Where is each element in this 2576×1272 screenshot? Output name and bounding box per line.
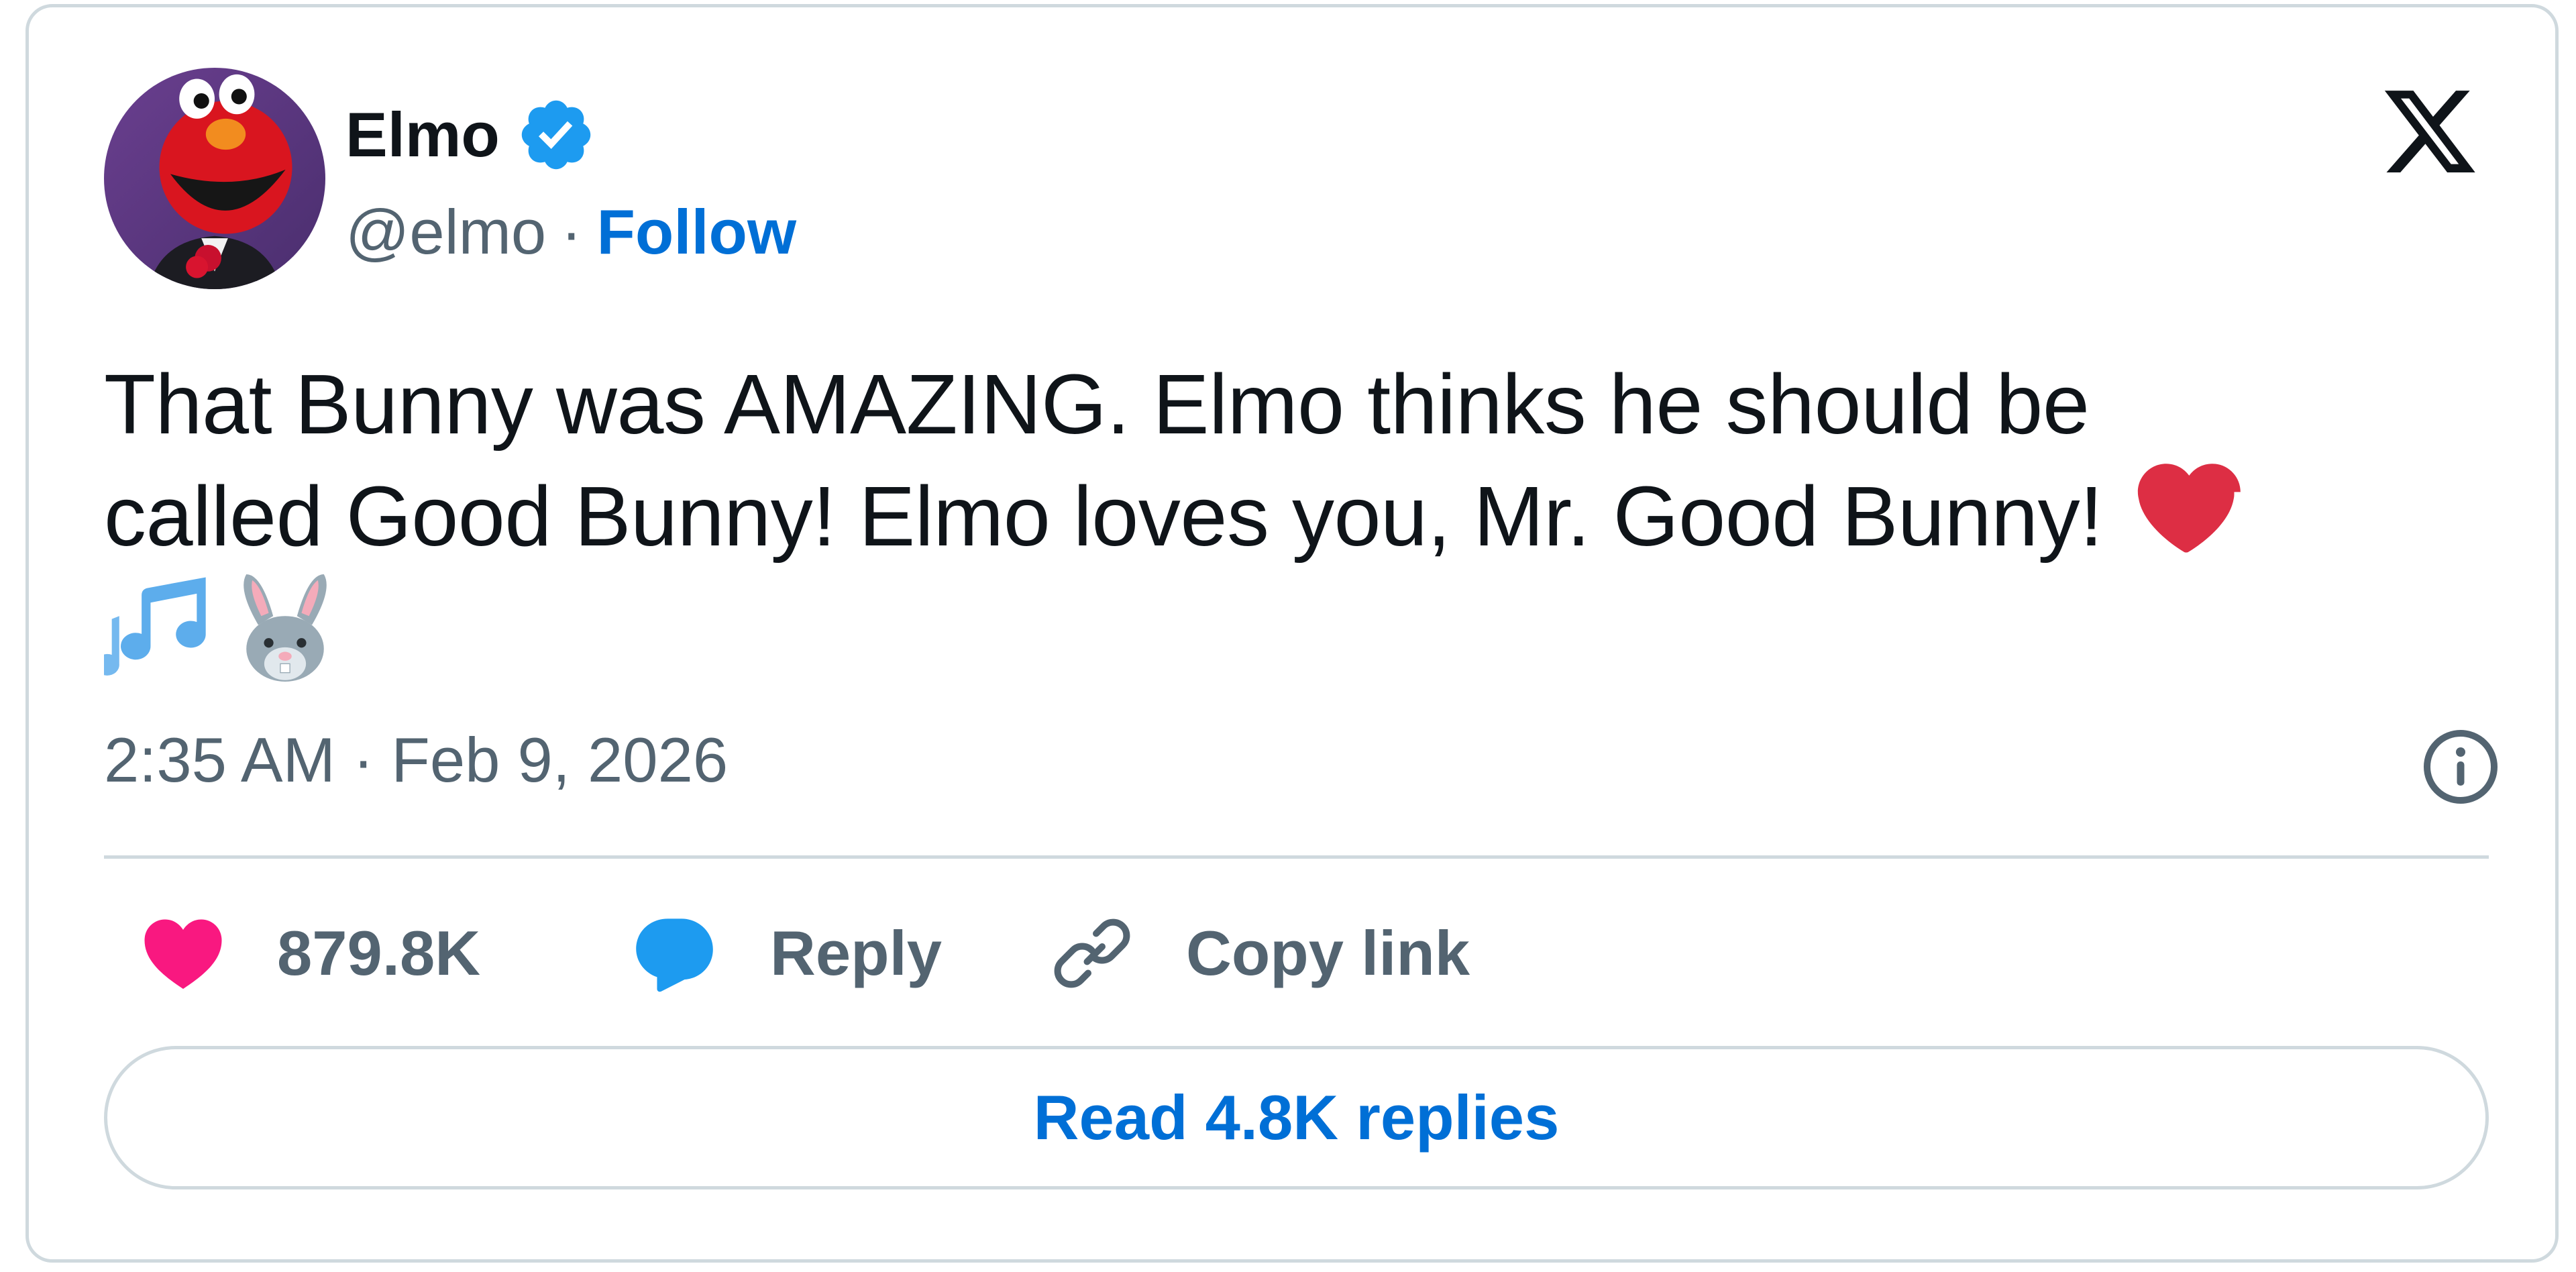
like-count: 879.8K	[277, 918, 481, 988]
divider	[104, 855, 2489, 859]
author-name-row[interactable]: Elmo	[345, 88, 596, 182]
reply-button[interactable]: Reply	[633, 910, 942, 997]
author-name[interactable]: Elmo	[345, 103, 500, 166]
separator-dot: ·	[561, 197, 582, 267]
tweet-text-line-1: That Bunny was AMAZING. Elmo thinks he s…	[104, 357, 2090, 452]
avatar[interactable]	[104, 68, 325, 289]
rabbit-face-icon	[244, 574, 327, 682]
copy-link-button[interactable]: Copy link	[1052, 910, 1470, 997]
red-heart-icon	[2137, 464, 2241, 553]
elmo-avatar-image	[104, 68, 325, 289]
reply-bubble-icon	[636, 918, 713, 992]
author-handle-row: @elmo · Follow	[345, 189, 796, 276]
x-logo-icon[interactable]	[2377, 81, 2483, 182]
emoji-row	[104, 568, 339, 688]
read-replies-label: Read 4.8K replies	[1033, 1082, 1560, 1153]
copy-link-label: Copy link	[1186, 918, 1470, 988]
tweet-timestamp[interactable]: 2:35 AM · Feb 9, 2026	[104, 729, 728, 792]
tweet-text-line-2-text: called Good Bunny! Elmo loves you, Mr. G…	[104, 469, 2103, 564]
follow-button[interactable]: Follow	[596, 201, 796, 264]
read-replies-button[interactable]: Read 4.8K replies	[104, 1046, 2489, 1189]
musical-notes-icon	[104, 577, 206, 676]
tweet-text: That Bunny was AMAZING. Elmo thinks he s…	[104, 350, 2485, 572]
tweet-text-line-2: called Good Bunny! Elmo loves you, Mr. G…	[104, 460, 2485, 572]
verified-badge-icon	[521, 100, 591, 170]
author-handle[interactable]: @elmo	[345, 201, 546, 264]
reply-label: Reply	[770, 918, 942, 988]
like-button[interactable]: 879.8K	[143, 910, 480, 997]
link-icon	[1054, 918, 1130, 988]
embedded-tweet-card[interactable]: Elmo @elmo · Follow That Bunny was AMAZI…	[25, 4, 2559, 1263]
heart-icon	[144, 919, 222, 989]
info-icon[interactable]	[2420, 727, 2501, 807]
